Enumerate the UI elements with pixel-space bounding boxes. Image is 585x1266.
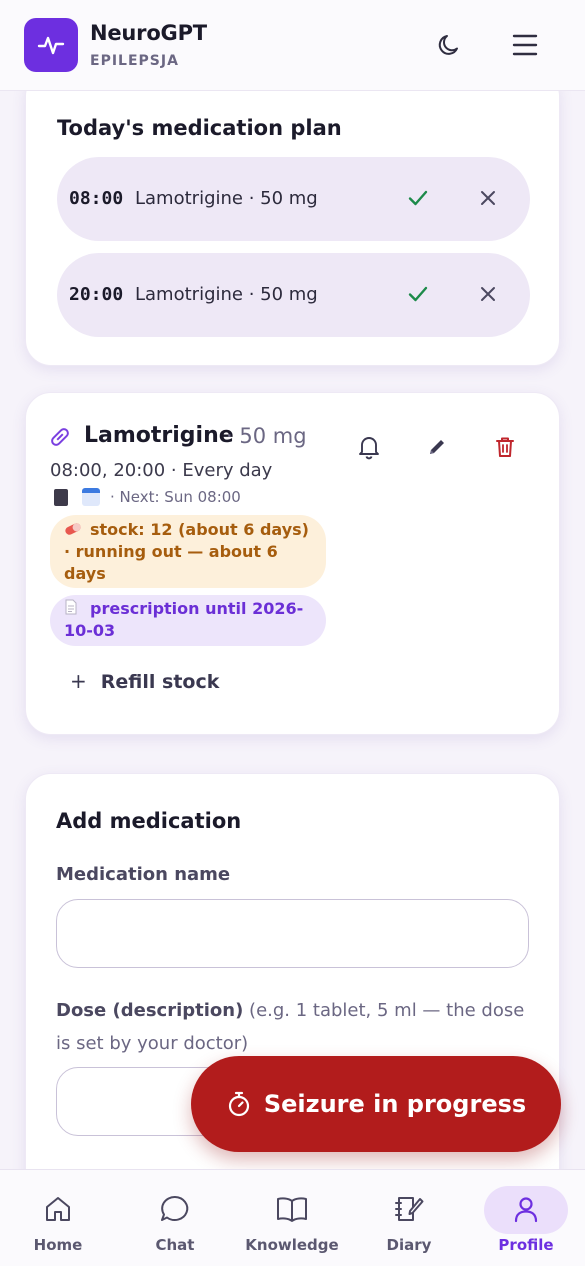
medication-plan-card: Today's medication plan 08:00 Lamotrigin… [25,70,560,366]
nav-chat-label: Chat [155,1236,195,1254]
refill-label: Refill stock [100,671,220,693]
close-icon[interactable] [475,185,501,211]
dose-row: 08:00 Lamotrigine · 50 mg [57,157,530,241]
dose-description: Lamotrigine · 50 mg [135,284,318,305]
dose-label-main: Dose (description) [56,1000,244,1021]
stock-badge: stock: 12 (about 6 days) · running out —… [50,515,326,588]
chat-bubble-icon [158,1192,192,1226]
moon-icon[interactable] [433,28,467,62]
dose-time: 20:00 [69,284,124,305]
nav-home-label: Home [33,1236,83,1254]
user-icon [509,1192,543,1226]
document-icon [64,599,80,615]
pill-capsule-icon [64,520,81,535]
refill-stock-button[interactable]: + Refill stock [70,669,219,693]
nav-diary-label: Diary [386,1236,432,1254]
nav-chat[interactable]: Chat [129,1184,221,1258]
pill-icon [49,426,71,448]
nav-profile-label: Profile [498,1236,554,1254]
notebook-pen-icon [392,1192,426,1226]
medication-name: Lamotrigine [84,423,234,448]
bell-icon[interactable] [355,433,383,461]
menu-icon[interactable] [508,28,542,62]
dose-label: Dose (description) (e.g. 1 tablet, 5 ml … [56,994,536,1060]
medication-dose: · 50 mg [226,424,307,448]
medication-schedule: 08:00, 20:00 · Every day [50,460,273,481]
book-icon [275,1192,309,1226]
home-icon [41,1192,75,1226]
calendar-icon [82,488,100,506]
dose-row: 20:00 Lamotrigine · 50 mg [57,253,530,337]
trash-icon[interactable] [491,433,519,461]
close-icon[interactable] [475,281,501,307]
nav-profile[interactable]: Profile [480,1184,572,1258]
nav-knowledge-label: Knowledge [245,1236,339,1254]
dose-description: Lamotrigine · 50 mg [135,188,318,209]
calculator-icon [54,489,68,506]
app-subtitle: EPILEPSJA [90,53,179,69]
next-dose: · Next: Sun 08:00 [110,488,241,506]
nav-home[interactable]: Home [12,1184,104,1258]
add-medication-title: Add medication [56,809,242,833]
prescription-badge: prescription until 2026-10-03 [50,595,326,646]
seizure-button-label: Seizure in progress [263,1090,527,1118]
app-name: NeuroGPT [90,21,207,45]
bottom-navigation: Home Chat Knowledge Diary Profile [0,1169,585,1266]
check-icon[interactable] [405,281,431,307]
prescription-text: prescription until 2026-10-03 [64,599,304,640]
pencil-icon[interactable] [423,433,451,461]
stopwatch-icon [228,1091,249,1117]
medication-name-label: Medication name [56,864,231,885]
plan-title: Today's medication plan [57,116,342,140]
nav-diary[interactable]: Diary [363,1184,455,1258]
app-header: NeuroGPT EPILEPSJA [0,0,585,91]
dose-time: 08:00 [69,188,124,209]
stock-text: stock: 12 (about 6 days) · running out —… [64,520,309,583]
plus-icon: + [70,669,87,693]
nav-knowledge[interactable]: Knowledge [245,1184,339,1258]
check-icon[interactable] [405,185,431,211]
medication-name-input[interactable] [56,899,529,968]
seizure-in-progress-button[interactable]: Seizure in progress [191,1056,561,1152]
medication-card: Lamotrigine · 50 mg 08:00, 20:00 · Every… [25,392,560,735]
pulse-logo-icon[interactable] [24,18,78,72]
